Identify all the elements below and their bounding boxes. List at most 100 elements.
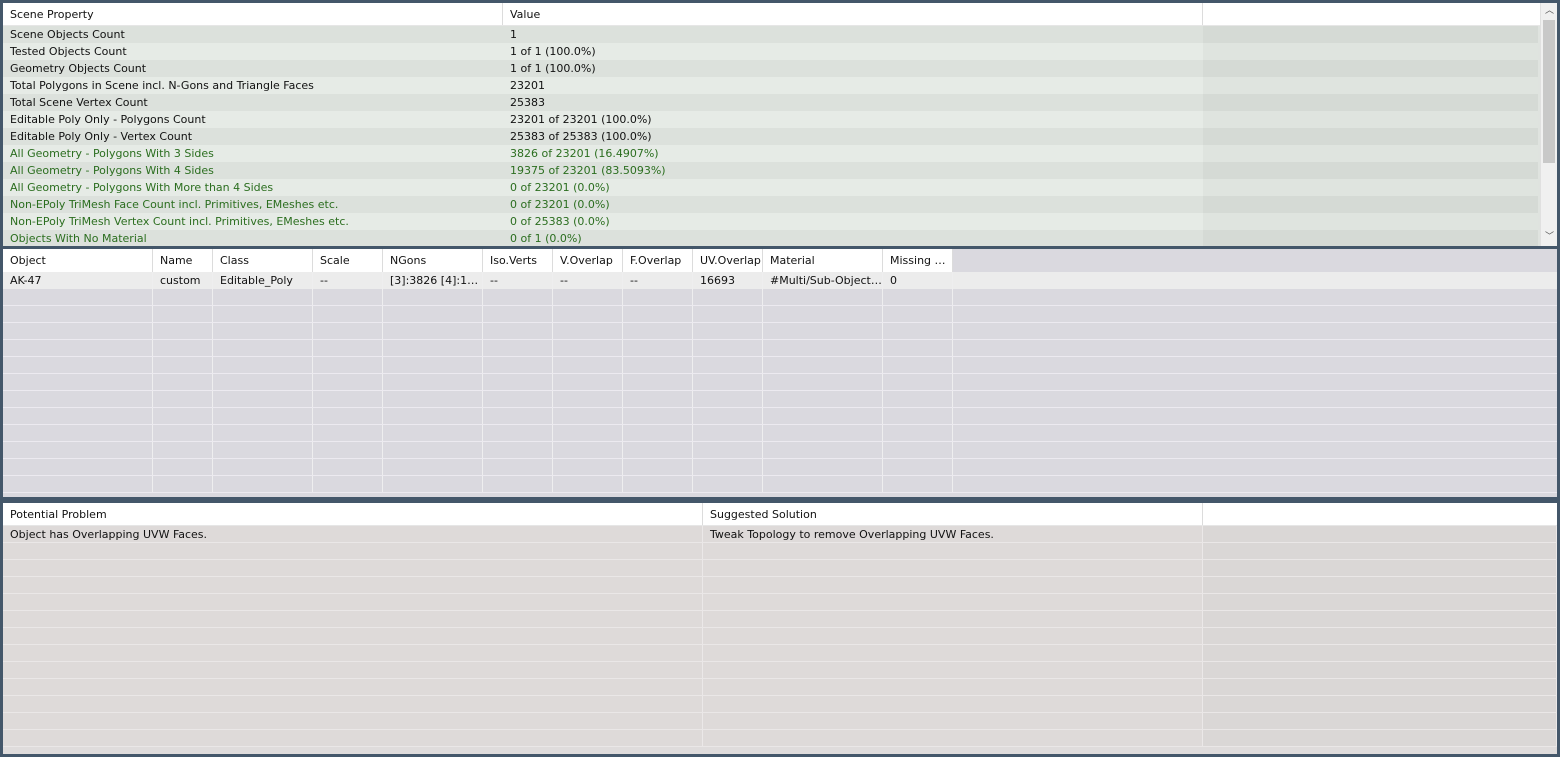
scene-property-cell: All Geometry - Polygons With 4 Sides xyxy=(3,162,503,179)
chevron-up-icon[interactable]: ︿ xyxy=(1541,3,1557,20)
scene-value-cell: 0 of 23201 (0.0%) xyxy=(503,196,1203,213)
table-row[interactable]: Total Scene Vertex Count 25383 xyxy=(3,94,1557,111)
scrollbar-thumb[interactable] xyxy=(1543,20,1555,163)
empty-cell xyxy=(553,408,623,424)
empty-cell xyxy=(623,323,693,339)
scene-value-cell: 1 of 1 (100.0%) xyxy=(503,60,1203,77)
table-row[interactable]: Geometry Objects Count 1 of 1 (100.0%) xyxy=(3,60,1557,77)
v-overlap-cell: -- xyxy=(553,272,623,289)
empty-cell xyxy=(693,408,763,424)
table-row[interactable]: All Geometry - Polygons With 4 Sides 1937… xyxy=(3,162,1557,179)
empty-cell xyxy=(763,442,883,458)
scene-table-body: Scene Objects Count 1 Tested Objects Count… xyxy=(3,26,1557,246)
empty-cell xyxy=(703,679,1203,695)
empty-cell xyxy=(313,442,383,458)
empty-cell xyxy=(623,442,693,458)
empty-cell xyxy=(1203,662,1557,678)
empty-cell xyxy=(483,459,553,475)
empty-cell xyxy=(883,306,953,322)
empty-cell xyxy=(553,476,623,492)
empty-cell xyxy=(153,374,213,390)
empty-cell xyxy=(383,306,483,322)
empty-cell xyxy=(703,560,1203,576)
table-row[interactable]: All Geometry - Polygons With 3 Sides 3826… xyxy=(3,145,1557,162)
column-header-name[interactable]: Name xyxy=(153,249,213,272)
column-header-suggested-solution[interactable]: Suggested Solution xyxy=(703,503,1203,525)
table-row[interactable]: All Geometry - Polygons With More than 4… xyxy=(3,179,1557,196)
empty-cell xyxy=(3,459,153,475)
scene-property-cell: Non-EPoly TriMesh Vertex Count incl. Pri… xyxy=(3,213,503,230)
column-header-missing-maps[interactable]: Missing M... xyxy=(883,249,953,272)
empty-cell xyxy=(313,408,383,424)
table-row[interactable]: Scene Objects Count 1 xyxy=(3,26,1557,43)
column-header-class[interactable]: Class xyxy=(213,249,313,272)
empty-cell xyxy=(383,476,483,492)
empty-cell xyxy=(623,459,693,475)
table-row[interactable]: Total Polygons in Scene incl. N-Gons and… xyxy=(3,77,1557,94)
empty-cell xyxy=(703,713,1203,729)
column-header-iso-verts[interactable]: Iso.Verts xyxy=(483,249,553,272)
column-header-v-overlap[interactable]: V.Overlap xyxy=(553,249,623,272)
empty-cell xyxy=(703,577,1203,593)
empty-cell xyxy=(763,340,883,356)
empty-cell xyxy=(553,289,623,305)
column-header-scene-property[interactable]: Scene Property xyxy=(3,3,503,25)
empty-cell xyxy=(623,391,693,407)
empty-row xyxy=(3,611,1557,628)
column-header-object[interactable]: Object xyxy=(3,249,153,272)
column-header-ngons[interactable]: NGons xyxy=(383,249,483,272)
uv-overlap-cell: 16693 xyxy=(693,272,763,289)
empty-cell xyxy=(1203,26,1538,43)
column-header-potential-problem[interactable]: Potential Problem xyxy=(3,503,703,525)
empty-cell xyxy=(553,391,623,407)
empty-cell xyxy=(313,374,383,390)
empty-cell xyxy=(883,459,953,475)
column-header-empty[interactable] xyxy=(1203,503,1557,525)
empty-cell xyxy=(153,357,213,373)
column-header-value[interactable]: Value xyxy=(503,3,1203,25)
empty-cell xyxy=(3,306,153,322)
empty-cell xyxy=(1203,60,1538,77)
empty-row xyxy=(3,374,1557,391)
empty-cell xyxy=(763,306,883,322)
empty-cell xyxy=(153,391,213,407)
empty-cell xyxy=(1203,230,1538,246)
table-row[interactable]: Objects With No Material 0 of 1 (0.0%) xyxy=(3,230,1557,246)
table-row[interactable]: Editable Poly Only - Vertex Count 25383 o… xyxy=(3,128,1557,145)
scene-property-cell: Objects With No Material xyxy=(3,230,503,246)
column-header-uv-overlap[interactable]: UV.Overlap xyxy=(693,249,763,272)
empty-cell xyxy=(213,340,313,356)
table-row[interactable]: Non-EPoly TriMesh Face Count incl. Primi… xyxy=(3,196,1557,213)
empty-cell xyxy=(703,696,1203,712)
empty-cell xyxy=(763,425,883,441)
column-header-material[interactable]: Material xyxy=(763,249,883,272)
empty-cell xyxy=(383,459,483,475)
vertical-scrollbar[interactable]: ︿ ﹀ xyxy=(1540,3,1557,246)
scene-value-cell: 3826 of 23201 (16.4907%) xyxy=(503,145,1203,162)
empty-cell xyxy=(3,289,153,305)
table-row[interactable]: Non-EPoly TriMesh Vertex Count incl. Pri… xyxy=(3,213,1557,230)
empty-cell xyxy=(623,340,693,356)
empty-cell xyxy=(883,340,953,356)
column-header-empty[interactable] xyxy=(1203,3,1538,25)
iso-verts-cell: -- xyxy=(483,272,553,289)
empty-row xyxy=(3,696,1557,713)
empty-cell xyxy=(553,306,623,322)
table-row[interactable]: AK-47 custom Editable_Poly -- [3]:3826 [4]:1… xyxy=(3,272,1557,289)
empty-cell xyxy=(313,425,383,441)
table-row[interactable]: Editable Poly Only - Polygons Count 23201… xyxy=(3,111,1557,128)
empty-cell xyxy=(483,442,553,458)
empty-cell xyxy=(703,662,1203,678)
table-row[interactable]: Object has Overlapping UVW Faces. Tweak T… xyxy=(3,526,1557,543)
column-header-scale[interactable]: Scale xyxy=(313,249,383,272)
empty-row xyxy=(3,713,1557,730)
empty-cell xyxy=(1203,594,1557,610)
table-row[interactable]: Tested Objects Count 1 of 1 (100.0%) xyxy=(3,43,1557,60)
empty-cell xyxy=(313,357,383,373)
empty-cell xyxy=(213,476,313,492)
empty-cell xyxy=(703,628,1203,644)
chevron-down-icon[interactable]: ﹀ xyxy=(1541,229,1557,246)
empty-cell xyxy=(3,611,703,627)
empty-row xyxy=(3,645,1557,662)
column-header-f-overlap[interactable]: F.Overlap xyxy=(623,249,693,272)
